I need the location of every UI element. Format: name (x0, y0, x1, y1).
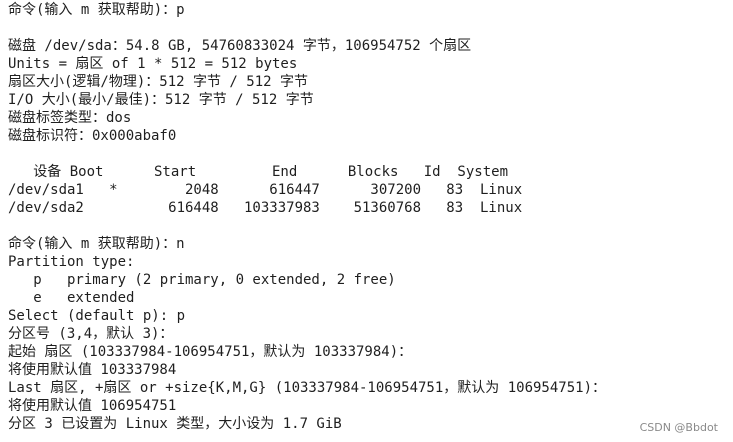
terminal-line: /dev/sda1 * 2048 616447 307200 83 Linux (8, 182, 523, 198)
terminal-line: 命令(输入 m 获取帮助)：n (8, 236, 185, 252)
terminal-line: Last 扇区, +扇区 or +size{K,M,G} (103337984-… (8, 380, 607, 396)
terminal-line: e extended (8, 290, 135, 306)
terminal-output[interactable]: 命令(输入 m 获取帮助)：p 磁盘 /dev/sda：54.8 GB, 5476… (0, 0, 733, 442)
terminal-line: 起始 扇区 (103337984-106954751，默认为 103337984… (8, 344, 413, 360)
terminal-line: 分区 3 已设置为 Linux 类型，大小设为 1.7 GiB (8, 416, 342, 432)
terminal-line: 扇区大小(逻辑/物理)：512 字节 / 512 字节 (8, 74, 309, 90)
terminal-line: Select (default p): p (8, 308, 186, 324)
terminal-line: 命令(输入 m 获取帮助)：p (8, 2, 185, 18)
terminal-line: p primary (2 primary, 0 extended, 2 free… (8, 272, 396, 288)
terminal-line: Units = 扇区 of 1 * 512 = 512 bytes (8, 56, 298, 72)
terminal-line: 将使用默认值 103337984 (8, 362, 177, 378)
terminal-line: 将使用默认值 106954751 (8, 398, 177, 414)
terminal-line: I/O 大小(最小/最佳)：512 字节 / 512 字节 (8, 92, 314, 108)
terminal-line: 磁盘 /dev/sda：54.8 GB, 54760833024 字节，1069… (8, 38, 472, 54)
terminal-line: 磁盘标签类型：dos (8, 110, 132, 126)
terminal-line: Partition type: (8, 254, 135, 270)
terminal-line: /dev/sda2 616448 103337983 51360768 83 L… (8, 200, 523, 216)
csdn-watermark: CSDN @Bbdot (639, 421, 718, 434)
terminal-line: 设备 Boot Start End Blocks Id System (8, 164, 509, 180)
terminal-line: 磁盘标识符：0x000abaf0 (8, 128, 177, 144)
terminal-line: 分区号 (3,4，默认 3)： (8, 326, 174, 342)
